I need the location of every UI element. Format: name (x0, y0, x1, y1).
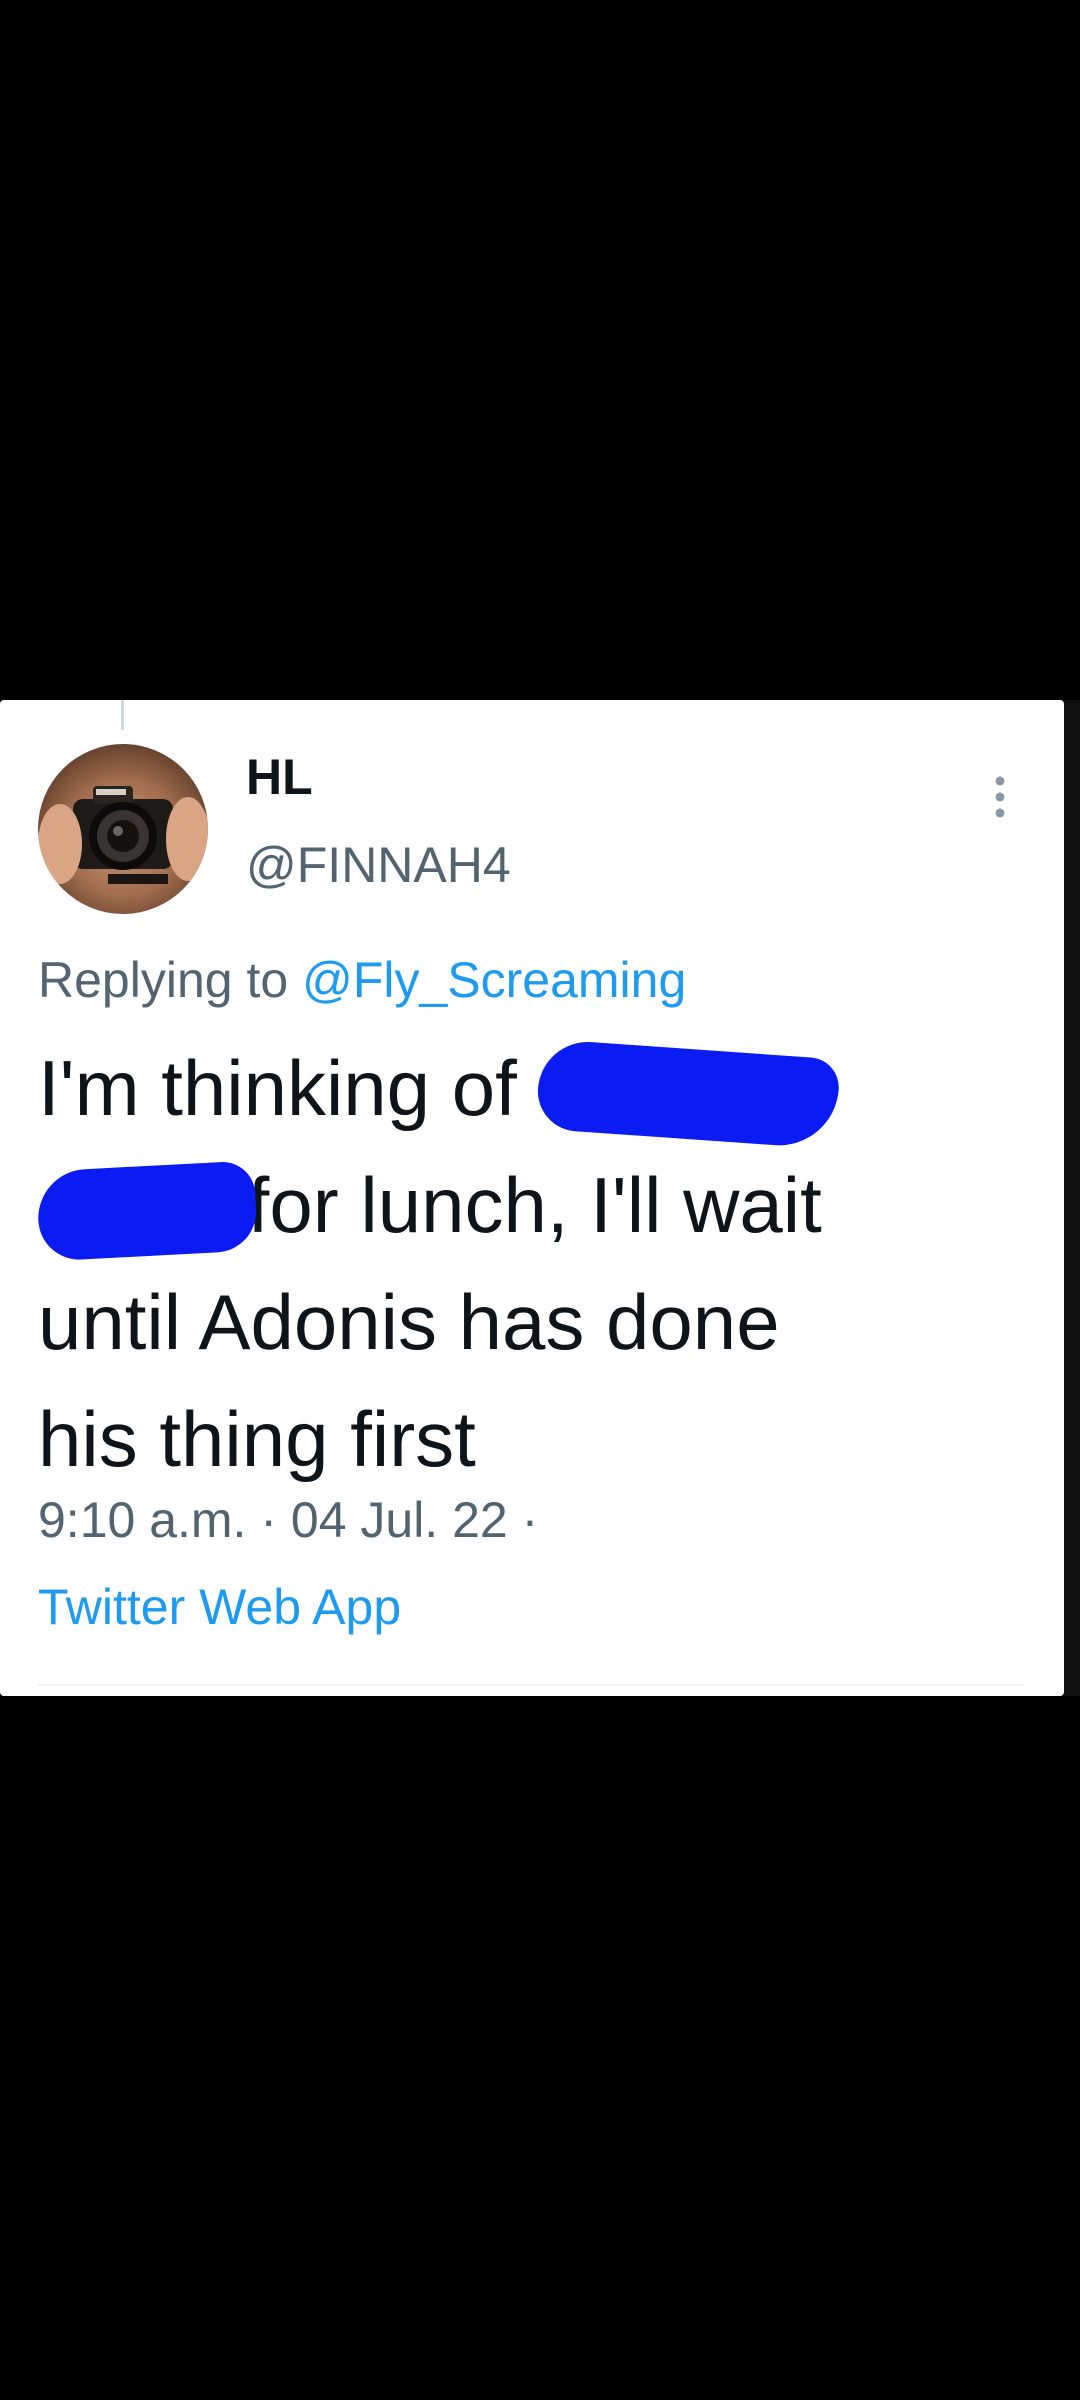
replying-to-mention[interactable]: @Fly_Screaming (302, 952, 686, 1008)
tweet-text-line-1-text: I'm thinking of (38, 1044, 517, 1132)
tweet-text-line-2-text: for lunch, I'll wait (247, 1161, 822, 1249)
thread-line (121, 700, 124, 730)
tweet-text-line-3: until Adonis has done (38, 1278, 780, 1366)
redaction-scribble (35, 1160, 259, 1263)
tweet-timestamp[interactable]: 9:10 a.m. · 04 Jul. 22 · (38, 1495, 538, 1545)
divider (38, 1684, 1024, 1686)
tweet-text-line-1: I'm thinking of (38, 1030, 1038, 1150)
tweet-text-line-4: his thing first (38, 1395, 476, 1483)
tweet-text-line-2: for lunch, I'll wait (35, 1147, 1038, 1264)
display-name[interactable]: HL (246, 752, 313, 802)
tweet-source-link[interactable]: Twitter Web App (38, 1582, 401, 1632)
tweet-text: I'm thinking of for lunch, I'll wait unt… (35, 1030, 1038, 1498)
replying-to-label: Replying to (38, 952, 289, 1008)
replying-to-line: Replying to @Fly_Screaming (38, 950, 686, 1010)
screen: HL @FINNAH4 Replying to @Fly_Screaming I… (0, 0, 1080, 2400)
redaction-scribble (535, 1039, 842, 1150)
tweet-card: HL @FINNAH4 Replying to @Fly_Screaming I… (0, 700, 1064, 1696)
user-handle[interactable]: @FINNAH4 (246, 840, 511, 890)
card-edge (1064, 700, 1080, 1696)
more-vertical-icon[interactable] (988, 772, 1012, 822)
avatar[interactable] (38, 744, 208, 914)
